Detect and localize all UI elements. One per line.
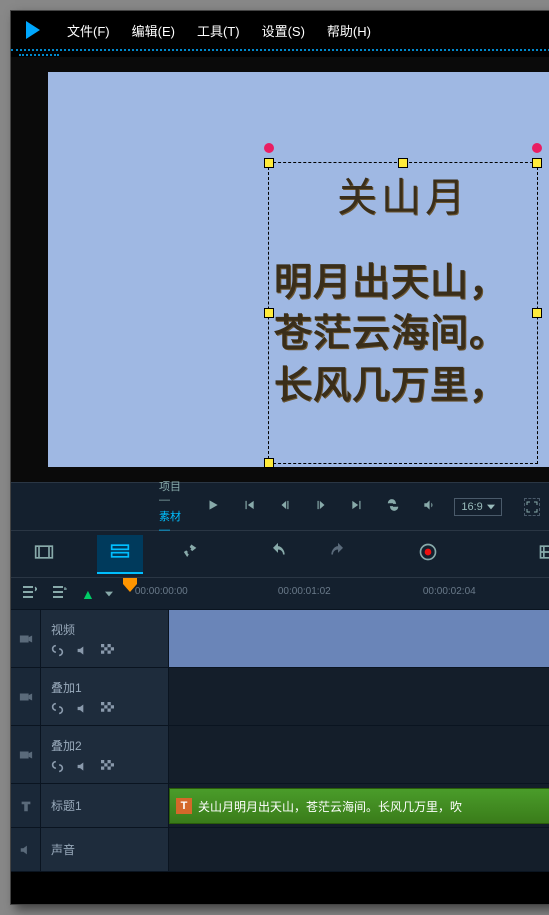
settings-tool-button[interactable] [173, 538, 203, 571]
redo-button[interactable] [323, 538, 353, 571]
mute-icon[interactable] [76, 644, 89, 657]
next-frame-button[interactable] [310, 494, 332, 519]
timeline-tab[interactable] [97, 535, 143, 574]
mute-icon[interactable] [76, 760, 89, 773]
poem-line: 明月出天山， [274, 258, 532, 309]
source-toggle[interactable]: 项目— 素材— [159, 478, 188, 536]
track-type-audio-icon[interactable] [11, 828, 41, 871]
timeline-tracks: 视频 叠加1 [11, 610, 549, 872]
track-type-title-icon[interactable] [11, 784, 41, 827]
menu-help[interactable]: 帮助(H) [327, 21, 371, 40]
aspect-ratio-selector[interactable]: 16:9 [454, 498, 501, 516]
resize-handle-icon[interactable] [264, 458, 274, 468]
resize-handle-icon[interactable] [264, 308, 274, 318]
title-clip[interactable]: T 关山月明月出天山，苍茫云海间。长风几万里，吹 [169, 788, 549, 824]
record-button[interactable] [413, 538, 443, 571]
track-header[interactable]: 叠加2 [41, 726, 169, 783]
mute-icon[interactable] [76, 702, 89, 715]
go-end-button[interactable] [346, 494, 368, 519]
playback-controls: 项目— 素材— 16:9 [11, 482, 549, 530]
preview-canvas[interactable]: 关山月 明月出天山， 苍茫云海间。 长风几万里， [48, 72, 549, 467]
video-clip[interactable] [169, 610, 549, 667]
title-clip-icon: T [176, 798, 192, 814]
track-header[interactable]: 声音 [41, 828, 169, 871]
track-lane[interactable] [169, 610, 549, 667]
track-type-video-icon[interactable] [11, 726, 41, 783]
logo-icon [21, 18, 45, 42]
title-selection-box[interactable]: 关山月 明月出天山， 苍茫云海间。 长风几万里， [268, 162, 538, 464]
track-type-video-icon[interactable] [11, 668, 41, 725]
undo-button[interactable] [263, 538, 293, 571]
timeline-ruler-row: ▲ 00:00:00:00 00:00:01:02 00:00:02:04 [11, 578, 549, 610]
visibility-icon[interactable] [101, 760, 114, 773]
app-window: 文件(F) 编辑(E) 工具(T) 设置(S) 帮助(H) 关山月 明月出天山， [10, 10, 549, 905]
track-header[interactable]: 叠加1 [41, 668, 169, 725]
track-header[interactable]: 标题1 [41, 784, 169, 827]
resize-handle-icon[interactable] [398, 158, 408, 168]
track-name: 声音 [51, 841, 158, 858]
track-name: 叠加2 [51, 737, 158, 754]
track-row-video: 视频 [11, 610, 549, 668]
track-lane[interactable] [169, 668, 549, 725]
track-lane[interactable] [169, 726, 549, 783]
play-button[interactable] [202, 494, 224, 519]
prev-frame-button[interactable] [274, 494, 296, 519]
ruler-timecode: 00:00:02:04 [423, 586, 476, 597]
title-poem: 明月出天山， 苍茫云海间。 长风几万里， [274, 258, 532, 412]
track-row-overlay1: 叠加1 [11, 668, 549, 726]
material-label: 素材— [159, 508, 188, 536]
editor-toolbar [11, 530, 549, 578]
chevron-down-icon[interactable] [105, 590, 113, 598]
resize-handle-icon[interactable] [532, 158, 542, 168]
track-lane[interactable] [169, 828, 549, 871]
list-expand-button[interactable] [51, 584, 67, 603]
menu-edit[interactable]: 编辑(E) [132, 21, 175, 40]
title-clip-text: 关山月明月出天山，苍茫云海间。长风几万里，吹 [198, 798, 462, 815]
track-type-video-icon[interactable] [11, 610, 41, 667]
track-lane[interactable]: T 关山月明月出天山，苍茫云海间。长风几万里，吹 [169, 784, 549, 827]
track-name: 叠加1 [51, 679, 158, 696]
track-row-overlay2: 叠加2 [11, 726, 549, 784]
menubar: 文件(F) 编辑(E) 工具(T) 设置(S) 帮助(H) [11, 11, 549, 51]
rotate-handle-icon[interactable] [532, 143, 542, 153]
add-track-button[interactable]: ▲ [81, 586, 95, 602]
repeat-button[interactable] [382, 494, 404, 519]
link-icon[interactable] [51, 644, 64, 657]
track-row-audio: 声音 [11, 828, 549, 872]
track-row-title1: 标题1 T 关山月明月出天山，苍茫云海间。长风几万里，吹 [11, 784, 549, 828]
menu-settings[interactable]: 设置(S) [262, 21, 305, 40]
ratio-value: 16:9 [461, 501, 482, 513]
visibility-icon[interactable] [101, 644, 114, 657]
menu-file[interactable]: 文件(F) [67, 21, 110, 40]
preview-area: 关山月 明月出天山， 苍茫云海间。 长风几万里， [11, 57, 549, 482]
track-header[interactable]: 视频 [41, 610, 169, 667]
project-label: 项目— [159, 478, 188, 506]
ruler-timecode: 00:00:01:02 [278, 586, 331, 597]
volume-button[interactable] [418, 494, 440, 519]
resize-handle-icon[interactable] [264, 158, 274, 168]
list-collapse-button[interactable] [21, 584, 37, 603]
track-name: 视频 [51, 621, 158, 638]
visibility-icon[interactable] [101, 702, 114, 715]
title-text-block[interactable]: 关山月 明月出天山， 苍茫云海间。 长风几万里， [269, 163, 537, 414]
timeline-ruler[interactable]: 00:00:00:00 00:00:01:02 00:00:02:04 [123, 578, 548, 609]
marker-button[interactable] [533, 538, 549, 571]
link-icon[interactable] [51, 702, 64, 715]
track-name: 标题1 [51, 797, 158, 814]
title-heading: 关山月 [274, 165, 532, 223]
menu-tools[interactable]: 工具(T) [197, 21, 240, 40]
link-icon[interactable] [51, 760, 64, 773]
rotate-handle-icon[interactable] [264, 143, 274, 153]
poem-line: 长风几万里， [274, 361, 532, 412]
fullscreen-button[interactable] [524, 498, 540, 516]
poem-line: 苍茫云海间。 [274, 309, 532, 360]
storyboard-tab[interactable] [21, 536, 67, 573]
go-start-button[interactable] [238, 494, 260, 519]
resize-handle-icon[interactable] [532, 308, 542, 318]
ruler-timecode: 00:00:00:00 [135, 586, 188, 597]
audio-mixer-button[interactable] [473, 538, 503, 571]
